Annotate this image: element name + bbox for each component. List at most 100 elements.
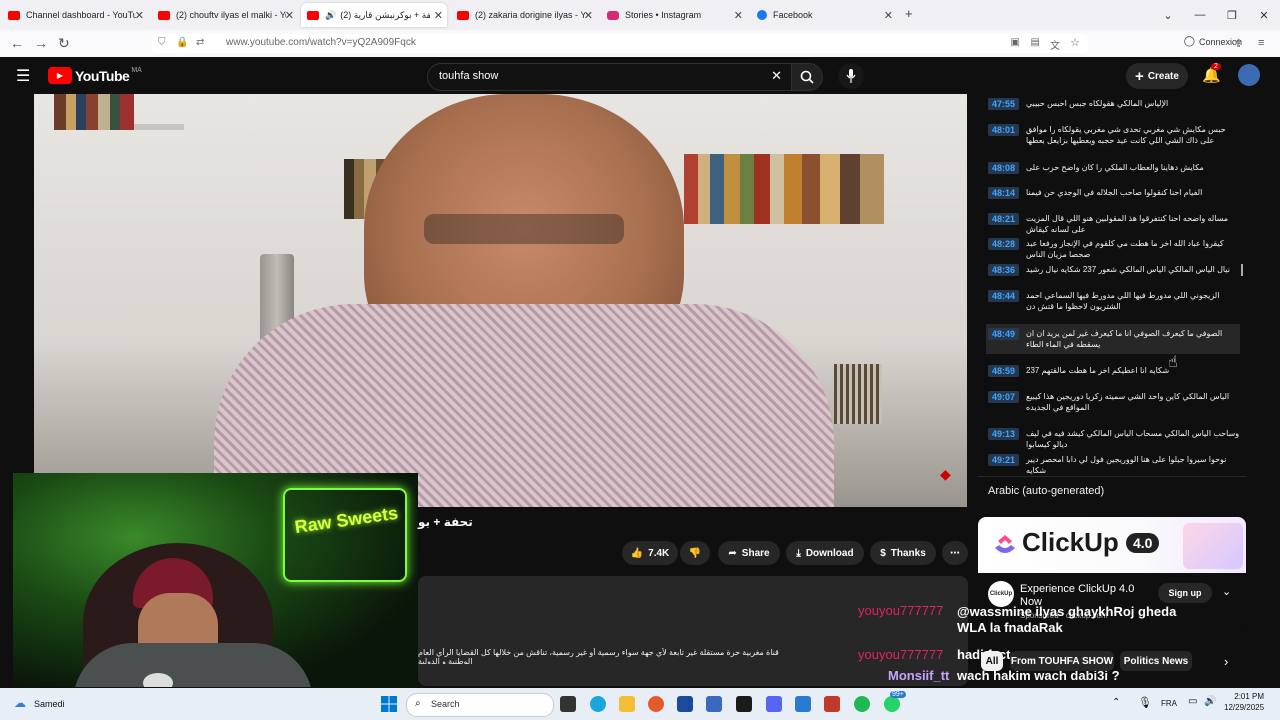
close-tab-icon[interactable]: ✕ [884, 9, 893, 22]
windows-start-icon[interactable] [381, 696, 397, 712]
file-explorer-icon[interactable] [619, 696, 635, 712]
app-icon[interactable] [736, 696, 752, 712]
like-button[interactable]: 👍 7.4K [622, 541, 678, 565]
minimize-icon[interactable]: — [1184, 9, 1216, 21]
clear-search-icon[interactable]: ✕ [771, 68, 782, 84]
tray-overflow-icon[interactable]: ⌃ [1112, 697, 1120, 708]
network-icon[interactable]: ▭ [1188, 696, 1197, 707]
segment-timestamp[interactable]: 49:13 [988, 428, 1020, 440]
close-tab-icon[interactable]: ✕ [584, 9, 593, 22]
firefox-icon[interactable] [648, 696, 664, 712]
browser-tab[interactable]: Stories • Instagram ✕ [601, 3, 747, 27]
close-window-icon[interactable]: ✕ [1248, 9, 1280, 22]
bookmark-star-icon[interactable]: ☆ [1070, 36, 1080, 49]
translate-icon[interactable]: 文 [1050, 37, 1060, 52]
segment-timestamp[interactable]: 49:07 [988, 391, 1020, 403]
segment-timestamp[interactable]: 48:21 [988, 213, 1020, 225]
obs-icon[interactable] [824, 696, 840, 712]
transcript-segment[interactable]: 48:01 حبس مكايش شي مغربي تحدى شي مغربي يق… [986, 124, 1240, 150]
vpn-icon[interactable] [706, 696, 722, 712]
address-bar[interactable]: ⛉ 🔒 ⇄ www.youtube.com/watch?v=yQ2A909Fqc… [152, 34, 1088, 53]
transcript-segment[interactable]: 48:08 مكايش دهاينا والعطاب الملكي را كان … [986, 162, 1240, 176]
dislike-button[interactable]: 👎 [680, 541, 710, 565]
segment-timestamp[interactable]: 48:14 [988, 187, 1020, 199]
chip-from-channel[interactable]: From TOUHFA SHOW [1010, 651, 1114, 671]
close-tab-icon[interactable]: ✕ [734, 9, 743, 22]
description-box[interactable]: قناة مغربية حرة مستقلة غير تابعة لأي جهة… [418, 576, 968, 686]
reload-icon[interactable]: ↻ [58, 35, 70, 52]
create-button[interactable]: + Create [1126, 63, 1188, 89]
browser-tab[interactable]: Facebook ✕ [751, 3, 897, 27]
transcript-segment[interactable]: 49:07 الياس المالكي كاين واحد الشي سميته … [986, 391, 1240, 417]
weather-text[interactable]: Samedi [34, 699, 65, 709]
download-button[interactable]: ⤓ Download [786, 541, 864, 565]
transcript-segment[interactable]: 48:21 مساله واضحه احنا كنتفرقوا هذ المقول… [986, 213, 1240, 234]
restore-icon[interactable]: ❐ [1216, 9, 1248, 22]
youtube-logo[interactable]: ▶ YouTube MA [48, 67, 142, 84]
transcript-segment[interactable]: 48:59 شكايه انا اعطيكم اخر ما هطت مالقتهم… [986, 365, 1240, 379]
segment-timestamp[interactable]: 48:01 [988, 124, 1020, 136]
segment-timestamp[interactable]: 47:55 [988, 98, 1020, 110]
ad-signup-button[interactable]: Sign up [1158, 583, 1212, 603]
language-indicator[interactable]: FRA [1161, 699, 1177, 708]
share-button[interactable]: ➦ Share [718, 541, 780, 565]
shield-icon[interactable]: ⛉ [158, 37, 166, 48]
screenshot-icon[interactable]: ▣ [1011, 37, 1020, 48]
forward-icon[interactable]: → [34, 35, 48, 51]
transcript-segment[interactable]: 48:14 الفيام احنا كنقولوا صاحب الجلاله في… [986, 187, 1240, 201]
browser-tab-active[interactable]: 🔊 (2) تحفة + بوكرنبشن قارية ✕ [301, 3, 447, 27]
extensions-icon[interactable]: ⇪ [1234, 37, 1243, 50]
url-text[interactable]: www.youtube.com/watch?v=yQ2A909Fqck [226, 37, 416, 48]
task-view-icon[interactable] [560, 696, 576, 712]
segment-timestamp[interactable]: 48:59 [988, 365, 1020, 377]
tab-list-icon[interactable]: ⌄ [1152, 9, 1184, 22]
browser-tab[interactable]: (2) zakaria dorigine ilyas - YouTu ✕ [451, 3, 597, 27]
transcript-segment[interactable]: 48:44 الزيجوني اللي مدورط فيها اللي مدورط… [986, 290, 1240, 316]
spotify-icon[interactable] [854, 696, 870, 712]
new-tab-icon[interactable]: + [905, 6, 913, 21]
segment-timestamp[interactable]: 49:21 [988, 454, 1020, 466]
chip-all[interactable]: All [981, 651, 1003, 671]
chips-next-icon[interactable]: › [1224, 654, 1228, 669]
transcript-segment[interactable]: 47:55 الإلياس المالكي هقولكاه جبس احبس حب… [986, 98, 1240, 112]
browser-tab[interactable]: Channel dashboard - YouTube S ✕ [2, 3, 148, 27]
more-actions-button[interactable]: ⋯ [942, 541, 968, 565]
close-tab-icon[interactable]: ✕ [285, 9, 294, 22]
segment-timestamp[interactable]: 48:44 [988, 290, 1020, 302]
segment-timestamp[interactable]: 48:36 [988, 264, 1020, 276]
thanks-button[interactable]: $ Thanks [870, 541, 936, 565]
reader-view-icon[interactable]: ▤ [1031, 37, 1040, 48]
notifications-button[interactable]: 🔔 2 [1202, 63, 1221, 85]
transcript-segment[interactable]: 48:36 نيال الياس المالكي الياس المالكي شع… [986, 264, 1240, 278]
transcript-segment[interactable]: 49:13 وساحب الياس المالكي مسحاب الياس الم… [986, 428, 1240, 449]
lock-icon[interactable]: 🔒 [176, 37, 188, 48]
clock[interactable]: 2:01 PM 12/29/2025 [1224, 691, 1264, 713]
segment-timestamp[interactable]: 48:08 [988, 162, 1020, 174]
discord-icon[interactable] [766, 696, 782, 712]
back-icon[interactable]: ← [10, 35, 24, 51]
permissions-icon[interactable]: ⇄ [196, 37, 204, 48]
microphone-tray-icon[interactable]: 🎙 [1138, 696, 1152, 709]
voice-search-button[interactable] [838, 63, 864, 89]
close-tab-icon[interactable]: ✕ [135, 9, 144, 22]
store-icon[interactable] [677, 696, 693, 712]
transcript-segment[interactable]: 48:28 كيقروا عباد الله اخر ما هطت مي كلقو… [986, 238, 1240, 259]
search-input[interactable]: touhfa show ✕ [427, 63, 793, 91]
transcript-segment-active[interactable]: 48:49 الصوفي ما كيعرف الصوفي انا ما كيعرف… [986, 324, 1240, 354]
volume-icon[interactable]: 🔊 [1204, 696, 1216, 707]
chip-politics-news[interactable]: Politics News [1120, 651, 1192, 671]
scrollbar-thumb[interactable] [1241, 264, 1243, 276]
segment-timestamp[interactable]: 48:28 [988, 238, 1020, 250]
menu-icon[interactable]: ≡ [1258, 37, 1264, 49]
browser-tab[interactable]: (2) chouftv ilyas el malki - YouTu ✕ [152, 3, 298, 27]
transcript-segment[interactable]: 49:21 نوحوا سيروا جيلوا على هنا الووريجين… [986, 454, 1240, 475]
ad-banner[interactable]: ClickUp 4.0 [978, 517, 1246, 573]
transcript-language[interactable]: Arabic (auto-generated) [988, 485, 1104, 497]
video-player[interactable]: ◆ [34, 94, 967, 507]
speaker-icon[interactable]: 🔊 [325, 10, 336, 21]
avatar[interactable] [1238, 64, 1260, 86]
ad-expand-icon[interactable]: ⌄ [1222, 585, 1231, 598]
search-button[interactable] [791, 63, 823, 91]
segment-timestamp[interactable]: 48:49 [988, 328, 1020, 340]
hamburger-menu-icon[interactable]: ☰ [16, 66, 30, 86]
